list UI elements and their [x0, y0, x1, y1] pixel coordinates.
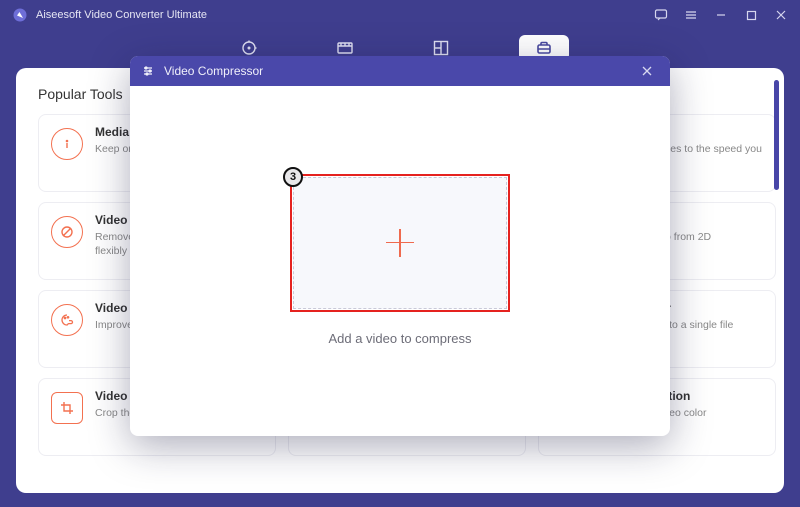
remove-watermark-icon — [51, 216, 83, 248]
feedback-icon[interactable] — [646, 0, 676, 30]
plus-icon — [386, 229, 414, 257]
dialog-title: Video Compressor — [164, 64, 263, 78]
add-video-dropzone[interactable] — [293, 177, 507, 309]
minimize-icon[interactable] — [706, 0, 736, 30]
sliders-icon — [142, 64, 156, 78]
info-icon — [51, 128, 83, 160]
app-logo-icon — [12, 7, 28, 23]
dropzone-caption: Add a video to compress — [328, 331, 471, 346]
annotation-step-badge: 3 — [283, 167, 303, 187]
dialog-body: 3 Add a video to compress — [130, 86, 670, 436]
crop-icon — [51, 392, 83, 424]
video-compressor-dialog: Video Compressor 3 Add a video to compre… — [130, 56, 670, 436]
dialog-header: Video Compressor — [130, 56, 670, 86]
dialog-close-button[interactable] — [636, 60, 658, 82]
scrollbar-thumb[interactable] — [774, 80, 779, 190]
app-title: Aiseesoft Video Converter Ultimate — [36, 9, 207, 21]
maximize-icon[interactable] — [736, 0, 766, 30]
close-icon[interactable] — [766, 0, 796, 30]
titlebar: Aiseesoft Video Converter Ultimate — [0, 0, 800, 30]
window-controls — [646, 0, 796, 30]
menu-icon[interactable] — [676, 0, 706, 30]
palette-icon — [51, 304, 83, 336]
app-window: Aiseesoft Video Converter Ultimate Popul… — [0, 0, 800, 507]
